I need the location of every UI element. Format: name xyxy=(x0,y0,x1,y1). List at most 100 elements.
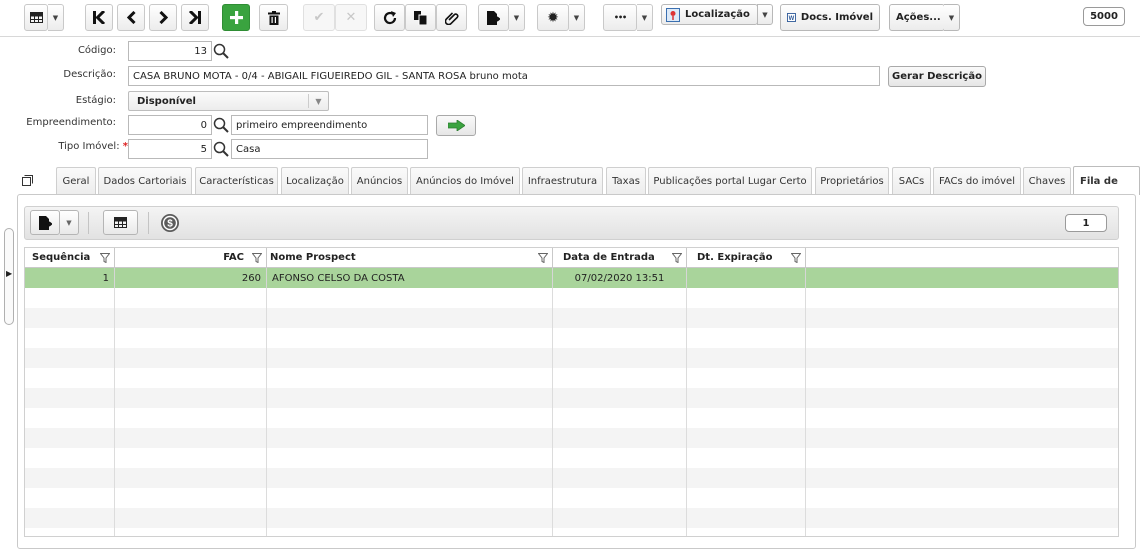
more-options-button[interactable]: ••• xyxy=(603,4,637,31)
column-separator xyxy=(266,368,267,388)
tab-chaves[interactable]: Chaves xyxy=(1023,167,1071,194)
cancel-button[interactable]: ✕ xyxy=(335,4,367,31)
docs-imovel-button[interactable]: W Docs. Imóvel xyxy=(780,4,880,31)
delete-record-button[interactable] xyxy=(259,4,288,31)
tab-localizacao[interactable]: Localização xyxy=(281,167,349,194)
attachment-button[interactable] xyxy=(436,4,467,31)
duplicate-button[interactable] xyxy=(405,4,436,31)
toolbar-separator xyxy=(88,212,89,234)
filter-icon[interactable] xyxy=(100,253,110,263)
side-panel-toggle[interactable]: ▶ xyxy=(4,228,14,325)
table-row[interactable]: 1 260 AFONSO CELSO DA COSTA 07/02/2020 1… xyxy=(25,268,1118,288)
first-record-button[interactable] xyxy=(85,4,113,31)
tab-fila-de[interactable]: Fila de xyxy=(1073,166,1140,195)
column-separator xyxy=(266,328,267,348)
column-separator xyxy=(266,408,267,428)
tab-geral[interactable]: Geral xyxy=(56,167,96,194)
gerar-descricao-button[interactable]: Gerar Descrição xyxy=(888,66,986,87)
settings-button[interactable]: ✹ xyxy=(537,4,569,31)
column-header-data-entrada[interactable]: Data de Entrada xyxy=(553,248,687,268)
column-separator xyxy=(805,308,806,328)
grid-view-button[interactable] xyxy=(24,4,48,31)
column-separator xyxy=(114,288,115,308)
search-icon[interactable] xyxy=(213,117,229,133)
tab-anuncios-imovel[interactable]: Anúncios do Imóvel xyxy=(410,167,520,194)
svg-text:$: $ xyxy=(167,219,173,230)
tab-infraestrutura[interactable]: Infraestrutura xyxy=(522,167,603,194)
column-header-sequencia[interactable]: Sequência xyxy=(25,248,115,268)
empreendimento-name-field: primeiro empreendimento xyxy=(231,115,428,135)
empty-row xyxy=(25,508,1118,528)
column-separator xyxy=(552,308,553,328)
cell-sequencia: 1 xyxy=(25,268,115,288)
tab-publicacoes-lugar-certo[interactable]: Publicações portal Lugar Certo xyxy=(648,167,812,194)
column-separator xyxy=(805,368,806,388)
save-button[interactable]: ✔ xyxy=(303,4,335,31)
tab-proprietarios[interactable]: Proprietários xyxy=(815,167,889,194)
acoes-button[interactable]: Ações... xyxy=(889,4,945,31)
refresh-button[interactable] xyxy=(374,4,405,31)
grid-record-count: 1 xyxy=(1065,214,1107,232)
expand-tabs-icon[interactable] xyxy=(22,175,33,186)
filter-icon[interactable] xyxy=(791,253,801,263)
trash-icon xyxy=(267,10,280,25)
report-button[interactable] xyxy=(478,4,509,31)
report-dropdown[interactable]: ▼ xyxy=(509,4,525,31)
previous-record-button[interactable] xyxy=(117,4,145,31)
localizacao-dropdown[interactable]: ▼ xyxy=(757,4,773,25)
column-header-fac[interactable]: FAC xyxy=(115,248,267,268)
tab-facs-imovel[interactable]: FACs do imóvel xyxy=(933,167,1021,194)
grid-view-dropdown[interactable]: ▼ xyxy=(48,4,64,31)
empty-row xyxy=(25,428,1118,448)
column-separator xyxy=(552,488,553,508)
column-separator xyxy=(114,468,115,488)
refresh-icon xyxy=(383,10,396,24)
acoes-dropdown[interactable]: ▼ xyxy=(944,4,960,31)
filter-icon[interactable] xyxy=(672,253,682,263)
tab-caracteristicas[interactable]: Características xyxy=(195,167,278,194)
search-icon[interactable] xyxy=(213,43,229,59)
tab-sacs[interactable]: SACs xyxy=(892,167,931,194)
record-count-badge: 5000 xyxy=(1083,7,1125,26)
column-separator xyxy=(266,488,267,508)
column-header-spacer xyxy=(806,248,1118,268)
filter-icon[interactable] xyxy=(538,253,548,263)
descricao-field[interactable]: CASA BRUNO MOTA - 0/4 - ABIGAIL FIGUEIRE… xyxy=(128,66,880,86)
estagio-label: Estágio: xyxy=(75,95,116,106)
column-separator xyxy=(686,328,687,348)
more-options-dropdown[interactable]: ▼ xyxy=(637,4,653,31)
grid-report-dropdown[interactable]: ▼ xyxy=(60,210,79,235)
estagio-value: Disponível xyxy=(137,95,196,107)
add-record-button[interactable] xyxy=(222,4,250,31)
last-record-button[interactable] xyxy=(181,4,209,31)
tab-anuncios[interactable]: Anúncios xyxy=(351,167,408,194)
column-header-nome-prospect[interactable]: Nome Prospect xyxy=(267,248,553,268)
gear-icon: ✹ xyxy=(547,9,559,26)
tab-taxas[interactable]: Taxas xyxy=(606,167,646,194)
column-separator xyxy=(114,348,115,368)
grid-view-toggle-button[interactable] xyxy=(103,210,138,235)
column-header-dt-expiracao[interactable]: Dt. Expiração xyxy=(687,248,806,268)
codigo-field[interactable]: 13 xyxy=(128,41,212,61)
open-empreendimento-button[interactable] xyxy=(436,115,476,136)
cell-data-entrada: 07/02/2020 13:51 xyxy=(553,268,687,288)
estagio-select[interactable]: Disponível ▼ xyxy=(128,91,329,111)
column-separator xyxy=(805,468,806,488)
empty-row xyxy=(25,468,1118,488)
empreendimento-code-field[interactable]: 0 xyxy=(128,115,212,135)
filter-icon[interactable] xyxy=(252,253,262,263)
column-separator xyxy=(266,468,267,488)
column-separator xyxy=(552,528,553,536)
tab-dados-cartoriais[interactable]: Dados Cartoriais xyxy=(98,167,192,194)
cell-nome-prospect: AFONSO CELSO DA COSTA xyxy=(267,268,553,288)
next-record-button[interactable] xyxy=(149,4,177,31)
tipo-imovel-code-field[interactable]: 5 xyxy=(128,139,212,159)
column-separator xyxy=(552,428,553,448)
column-separator xyxy=(686,448,687,468)
localizacao-button[interactable]: Localização xyxy=(661,4,758,25)
search-icon[interactable] xyxy=(213,141,229,157)
settings-dropdown[interactable]: ▼ xyxy=(569,4,585,31)
column-separator xyxy=(805,488,806,508)
currency-icon[interactable]: $ xyxy=(160,213,180,233)
grid-report-button[interactable] xyxy=(30,210,60,235)
